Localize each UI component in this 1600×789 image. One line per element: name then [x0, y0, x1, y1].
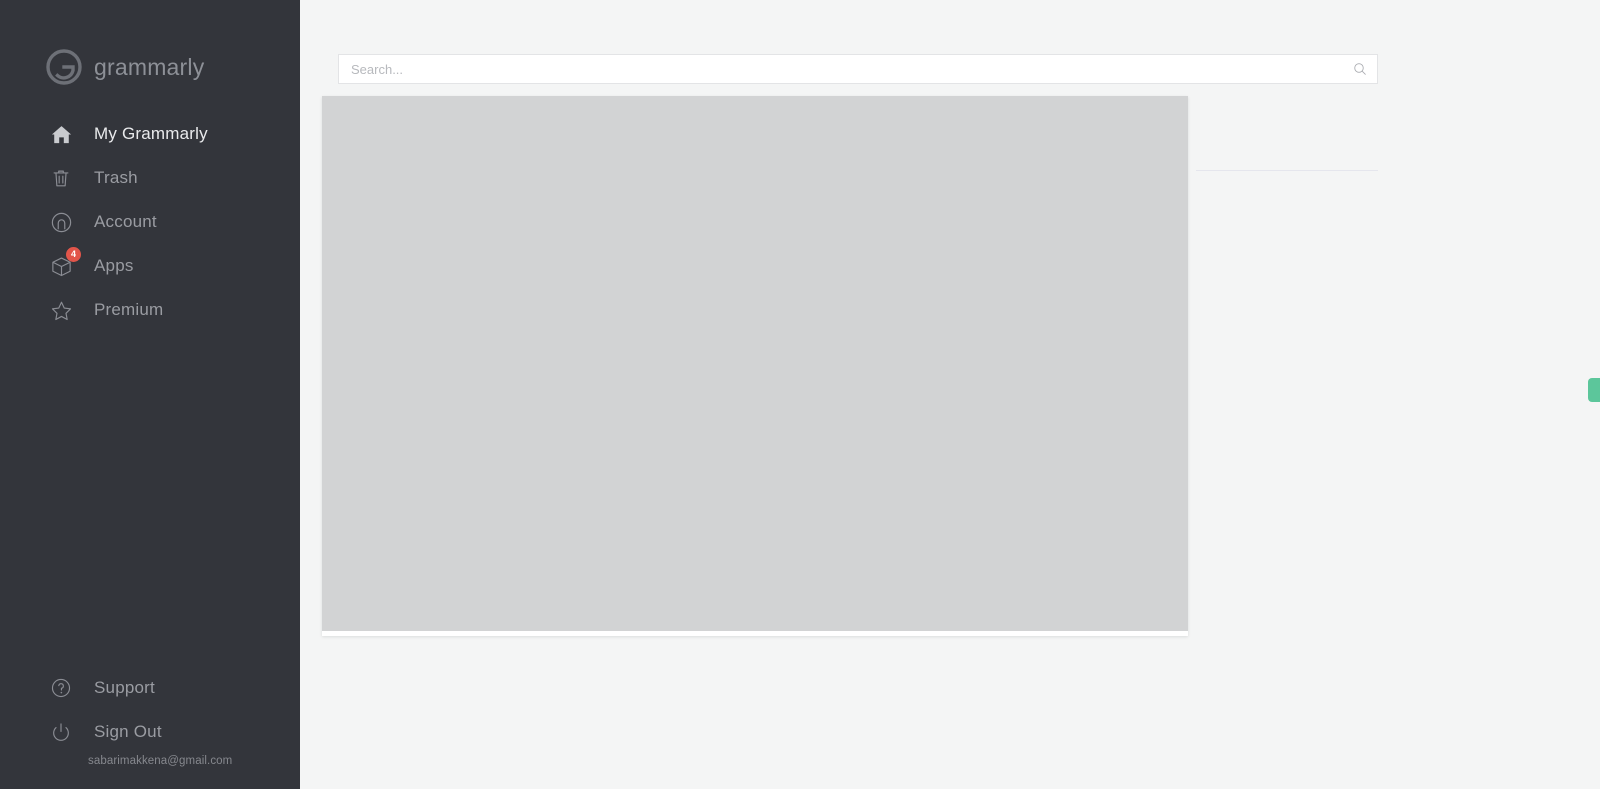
- brand-wordmark: grammarly: [94, 53, 205, 80]
- main-content: [300, 0, 1600, 789]
- star-icon: [48, 297, 74, 323]
- question-circle-icon: [48, 675, 74, 701]
- sidebar-item-label: Apps: [94, 256, 134, 275]
- brand-logo[interactable]: grammarly: [46, 47, 204, 87]
- sidebar-item-account[interactable]: Account: [0, 200, 300, 244]
- sidebar-primary-nav: My Grammarly Trash Account 4 Apps Premiu…: [0, 112, 300, 332]
- home-icon: [48, 121, 74, 147]
- grammarly-app-window: grammarly My Grammarly Trash Account 4 A…: [0, 0, 1600, 789]
- box-icon: 4: [48, 247, 81, 279]
- apps-badge-count: 4: [66, 247, 81, 262]
- content-loading-placeholder: [322, 96, 1188, 631]
- power-icon: [48, 719, 74, 745]
- account-icon: [48, 209, 74, 235]
- sidebar-item-trash[interactable]: Trash: [0, 156, 300, 200]
- search-icon[interactable]: [1343, 55, 1377, 83]
- account-email: sabarimakkena@gmail.com: [88, 755, 233, 767]
- search-input[interactable]: [339, 55, 1343, 83]
- sidebar: grammarly My Grammarly Trash Account 4 A…: [0, 0, 300, 789]
- sidebar-item-label: Premium: [94, 300, 164, 319]
- sidebar-item-label: Account: [94, 212, 157, 231]
- sidebar-item-sign-out[interactable]: Sign Out: [0, 710, 300, 754]
- sidebar-footer-nav: Support Sign Out sabarimakkena@gmail.com: [0, 666, 300, 767]
- sidebar-item-label: Support: [94, 678, 155, 697]
- grammarly-g-logo-icon: [46, 49, 82, 85]
- sidebar-item-premium[interactable]: Premium: [0, 288, 300, 332]
- grammarly-widget-handle[interactable]: [1588, 378, 1600, 402]
- sidebar-item-label: Trash: [94, 168, 138, 187]
- sidebar-item-label: Sign Out: [94, 722, 162, 741]
- trash-icon: [48, 165, 74, 191]
- sidebar-item-label: My Grammarly: [94, 124, 208, 143]
- sidebar-item-my-grammarly[interactable]: My Grammarly: [0, 112, 300, 156]
- search-bar[interactable]: [338, 54, 1378, 84]
- sidebar-item-apps[interactable]: 4 Apps: [0, 244, 300, 288]
- list-row-divider: [1196, 170, 1378, 171]
- sidebar-item-support[interactable]: Support: [0, 666, 300, 710]
